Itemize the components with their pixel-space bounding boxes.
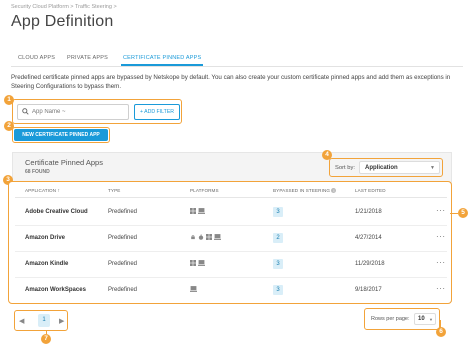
more-actions-icon[interactable]: ··· [436, 232, 446, 241]
platform-icons [190, 260, 205, 266]
page-number-current[interactable]: 1 [38, 314, 50, 327]
header-divider [15, 197, 447, 198]
marker-6: 6 [436, 327, 446, 337]
table-row[interactable]: Adobe Creative Cloud Predefined 3 1/21/2… [15, 200, 447, 226]
platform-icons [190, 286, 197, 292]
mac-icon [198, 260, 205, 266]
rows-per-page-value: 10 [418, 316, 425, 322]
last-edited-date: 9/18/2017 [355, 287, 382, 293]
column-header-type: TYPE [108, 188, 121, 193]
android-icon [191, 235, 195, 240]
page-description: Predefined certificate pinned apps are b… [11, 74, 451, 90]
table-row[interactable]: Amazon WorkSpaces Predefined 3 9/18/2017… [15, 278, 447, 304]
table-row[interactable]: Amazon Drive Predefined 2 4/27/2014 ··· [15, 226, 447, 252]
bypassed-count-badge: 3 [273, 207, 283, 217]
windows-icon [190, 260, 196, 266]
chevron-down-icon: ▼ [430, 165, 435, 171]
app-name[interactable]: Adobe Creative Cloud [25, 209, 88, 215]
column-header-application[interactable]: APPLICATION ↑ [25, 188, 60, 194]
sort-value: Application [365, 165, 398, 171]
sort-area: Sort by: Application ▼ [329, 158, 443, 177]
next-page-icon[interactable]: ▶ [59, 317, 64, 325]
rows-per-page-select[interactable]: 10 ▼ [414, 313, 436, 325]
page-title: App Definition [11, 13, 114, 30]
more-actions-icon[interactable]: ··· [436, 284, 446, 293]
marker-7: 7 [41, 334, 51, 344]
app-type: Predefined [108, 287, 138, 293]
sort-arrow-icon: ↑ [57, 188, 61, 194]
app-name[interactable]: Amazon Drive [25, 235, 65, 241]
marker-5: 5 [458, 208, 468, 218]
results-count: 68 FOUND [25, 169, 50, 175]
mac-icon [214, 234, 221, 240]
rows-per-page-label: Rows per page: [371, 316, 410, 322]
search-icon [22, 108, 29, 115]
column-header-bypassed: BYPASSED IN STEERING i [273, 188, 337, 194]
info-icon[interactable]: i [331, 188, 337, 194]
apple-icon [198, 234, 204, 240]
bypassed-count-badge: 3 [273, 285, 283, 295]
platform-icons [190, 234, 221, 240]
new-certificate-pinned-app-button[interactable]: NEW CERTIFICATE PINNED APP [14, 129, 108, 141]
app-type: Predefined [108, 261, 138, 267]
bypassed-count-badge: 2 [273, 233, 283, 243]
app-type: Predefined [108, 235, 138, 241]
last-edited-date: 4/27/2014 [355, 235, 382, 241]
sort-label: Sort by: [335, 165, 355, 171]
app-name[interactable]: Amazon Kindle [25, 261, 68, 267]
chevron-down-icon: ▼ [429, 317, 433, 322]
pagination: ◀ 1 ▶ [14, 310, 68, 331]
new-button-area: NEW CERTIFICATE PINNED APP [12, 127, 110, 143]
search-box [17, 104, 129, 120]
sort-select[interactable]: Application ▼ [359, 161, 440, 174]
breadcrumb[interactable]: Security Cloud Platform > Traffic Steeri… [11, 4, 117, 10]
column-header-last-edited: LAST EDITED [355, 188, 386, 193]
mac-icon [198, 208, 205, 214]
previous-page-icon[interactable]: ◀ [19, 317, 24, 325]
filter-area: + ADD FILTER [12, 99, 182, 124]
tab-private-apps[interactable]: PRIVATE APPS [67, 55, 108, 61]
more-actions-icon[interactable]: ··· [436, 258, 446, 267]
platform-icons [190, 208, 205, 214]
windows-icon [190, 208, 196, 214]
callout-line-5 [450, 213, 458, 214]
app-name-search-input[interactable] [32, 107, 126, 117]
app-name[interactable]: Amazon WorkSpaces [25, 287, 86, 293]
panel-title: Certificate Pinned Apps [25, 158, 103, 167]
rows-per-page-area: Rows per page: 10 ▼ [364, 308, 440, 330]
app-type: Predefined [108, 209, 138, 215]
marker-4: 4 [322, 150, 332, 160]
tab-cloud-apps[interactable]: CLOUD APPS [18, 55, 55, 61]
column-header-platforms: PLATFORMS [190, 188, 219, 193]
last-edited-date: 11/29/2018 [355, 261, 385, 267]
tab-bar: CLOUD APPS PRIVATE APPS CERTIFICATE PINN… [11, 55, 463, 67]
windows-icon [206, 234, 212, 240]
last-edited-date: 1/21/2018 [355, 209, 382, 215]
bypassed-count-badge: 3 [273, 259, 283, 269]
table-row[interactable]: Amazon Kindle Predefined 3 11/29/2018 ··… [15, 252, 447, 278]
more-actions-icon[interactable]: ··· [436, 206, 446, 215]
apps-table: APPLICATION ↑ TYPE PLATFORMS BYPASSED IN… [8, 181, 452, 304]
add-filter-button[interactable]: + ADD FILTER [134, 104, 180, 120]
mac-icon [190, 286, 197, 292]
tab-certificate-pinned-apps[interactable]: CERTIFICATE PINNED APPS [120, 55, 204, 66]
